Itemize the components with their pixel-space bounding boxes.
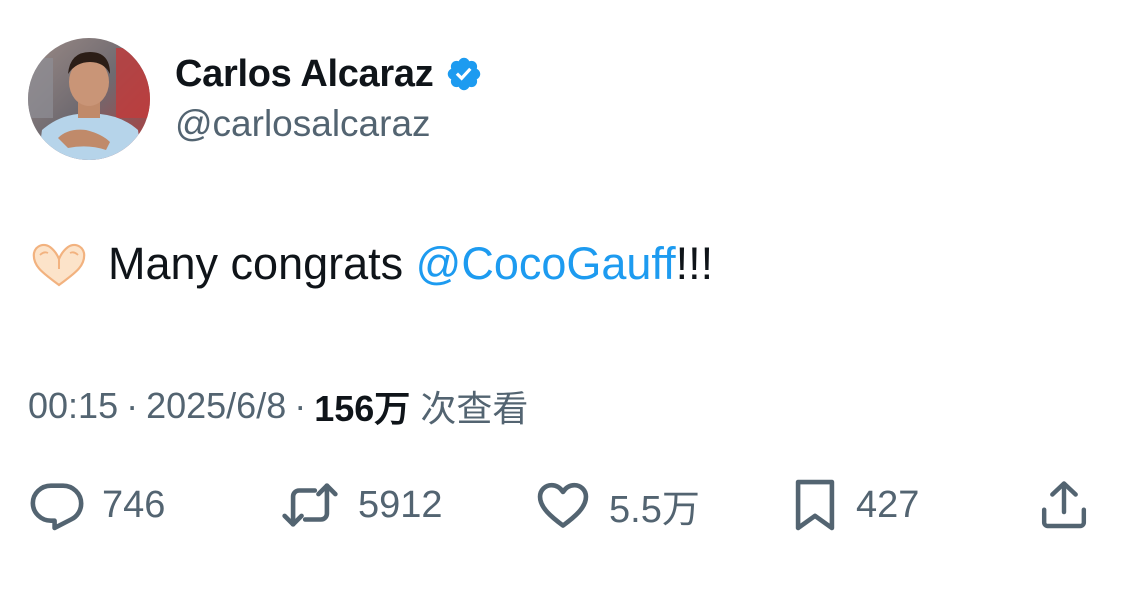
- tweet-card: Carlos Alcaraz @carlosalcaraz Many congr…: [0, 0, 1125, 592]
- retweet-count: 5912: [358, 483, 443, 526]
- avatar[interactable]: [28, 38, 150, 160]
- views-count[interactable]: 156万: [314, 380, 410, 432]
- tweet-text-after: !!!: [675, 238, 714, 289]
- retweet-button[interactable]: 5912: [278, 470, 443, 540]
- author-display-name[interactable]: Carlos Alcaraz: [175, 53, 434, 96]
- bookmark-button[interactable]: 427: [790, 470, 919, 540]
- like-button[interactable]: 5.5万: [533, 470, 700, 540]
- tweet-date[interactable]: 2025/6/8: [146, 385, 286, 427]
- retweet-icon: [282, 483, 338, 527]
- tweet-time[interactable]: 00:15: [28, 385, 118, 427]
- reply-button[interactable]: 746: [28, 470, 165, 540]
- bookmark-icon: [795, 479, 835, 531]
- author-name-row: Carlos Alcaraz: [175, 50, 483, 98]
- tweet-text: Many congrats @CocoGauff!!!: [28, 236, 713, 292]
- share-button[interactable]: [1036, 470, 1092, 540]
- share-icon: [1041, 481, 1087, 529]
- tweet-text-before: Many congrats: [108, 238, 416, 289]
- heart-icon: [537, 482, 589, 528]
- meta-separator: ·: [126, 385, 139, 426]
- action-bar: 746 5912 5.5万 427: [0, 470, 1125, 540]
- heart-hands-emoji-icon: [32, 243, 86, 287]
- views-label: 次查看: [420, 388, 529, 429]
- like-count: 5.5万: [609, 488, 700, 531]
- tweet-meta: 00:15 · 2025/6/8 · 156万 次查看: [28, 380, 528, 432]
- mention-link[interactable]: @CocoGauff: [416, 236, 676, 292]
- bookmark-count: 427: [856, 483, 920, 526]
- reply-icon: [30, 483, 84, 531]
- reply-count: 746: [102, 483, 166, 526]
- author-handle[interactable]: @carlosalcaraz: [175, 103, 431, 145]
- verified-badge-icon: [448, 57, 481, 91]
- meta-separator: ·: [294, 385, 307, 426]
